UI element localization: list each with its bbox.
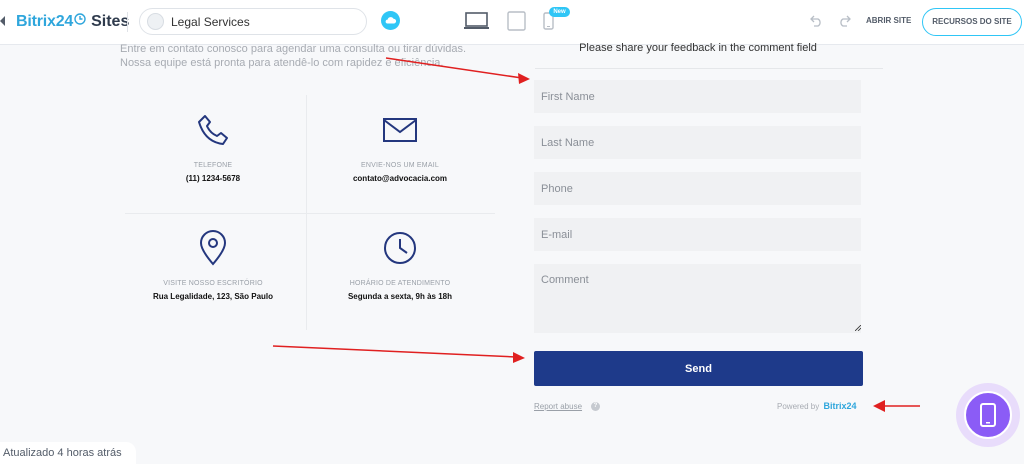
form-divider (535, 68, 883, 69)
contact-value[interactable]: contato@advocacia.com (310, 174, 490, 183)
site-thumbnail-icon (147, 13, 164, 30)
cloud-save-button[interactable] (381, 11, 400, 30)
home-icon[interactable] (0, 15, 8, 27)
clock-icon (384, 232, 416, 264)
site-selector[interactable]: Legal Services (139, 8, 367, 35)
form-title: Please share your feedback in the commen… (579, 42, 817, 54)
resize-grip-icon[interactable] (855, 325, 861, 331)
contact-label: VISITE NOSSO ESCRITÓRIO (163, 280, 263, 287)
contact-intro-text: Entre em contato conosco para agendar um… (120, 43, 467, 69)
email-input[interactable] (534, 218, 861, 251)
report-abuse-link[interactable]: Report abuse (534, 402, 582, 411)
arrowhead (518, 73, 530, 84)
contact-item-hours: HORÁRIO DE ATENDIMENTO Segunda a sexta, … (310, 230, 490, 301)
phone-icon (198, 115, 228, 145)
contact-value: Segunda a sexta, 9h às 18h (347, 292, 453, 301)
contact-item-address: VISITE NOSSO ESCRITÓRIO Rua Legalidade, … (123, 230, 303, 301)
logo-product: Sites (91, 13, 130, 30)
contact-item-phone: TELEFONE (11) 1234-5678 (123, 112, 303, 183)
top-bar: Bitrix24 Sites Legal Services New ABRIR … (0, 0, 1024, 45)
annotation-arrow (272, 345, 517, 358)
cloud-icon (385, 17, 397, 24)
mobile-preview-button[interactable] (956, 383, 1020, 447)
header-divider (127, 12, 128, 32)
site-resources-button[interactable]: RECURSOS DO SITE (922, 8, 1022, 36)
powered-by[interactable]: Powered by Bitrix24 (777, 401, 857, 411)
logo-brand: Bitrix24 (16, 13, 74, 30)
contact-value[interactable]: (11) 1234-5678 (123, 174, 303, 183)
last-name-input[interactable] (534, 126, 861, 159)
last-updated-label: Atualizado 4 horas atrás (0, 442, 136, 464)
first-name-input[interactable] (534, 80, 861, 113)
grid-divider-horizontal (125, 213, 495, 214)
arrowhead (873, 400, 885, 412)
mobile-preview-button-inner (964, 391, 1012, 439)
powered-by-brand: Bitrix24 (823, 401, 857, 411)
tablet-view-icon[interactable] (507, 11, 526, 31)
bitrix24-sites-logo[interactable]: Bitrix24 Sites (16, 11, 129, 33)
new-badge: New (549, 7, 570, 17)
send-button[interactable]: Send (534, 351, 863, 386)
envelope-icon (383, 118, 417, 142)
location-pin-icon (199, 230, 227, 266)
arrowhead (513, 352, 525, 363)
phone-input[interactable] (534, 172, 861, 205)
contact-label: ENVIE-NOS UM EMAIL (361, 162, 439, 169)
site-name: Legal Services (171, 15, 250, 29)
contact-value: Rua Legalidade, 123, São Paulo (152, 292, 274, 301)
comment-textarea[interactable] (534, 264, 861, 333)
undo-icon[interactable] (810, 15, 823, 27)
logo-clock-icon (74, 12, 86, 25)
contact-item-email: ENVIE-NOS UM EMAIL contato@advocacia.com (310, 112, 490, 183)
contact-label: TELEFONE (193, 162, 233, 169)
help-icon[interactable]: ? (591, 402, 600, 411)
smartphone-icon (980, 403, 996, 427)
redo-icon[interactable] (838, 15, 851, 27)
desktop-view-icon[interactable] (464, 12, 489, 30)
contact-label: HORÁRIO DE ATENDIMENTO (349, 280, 451, 287)
open-site-link[interactable]: ABRIR SITE (866, 16, 911, 25)
powered-by-label: Powered by (777, 402, 820, 411)
